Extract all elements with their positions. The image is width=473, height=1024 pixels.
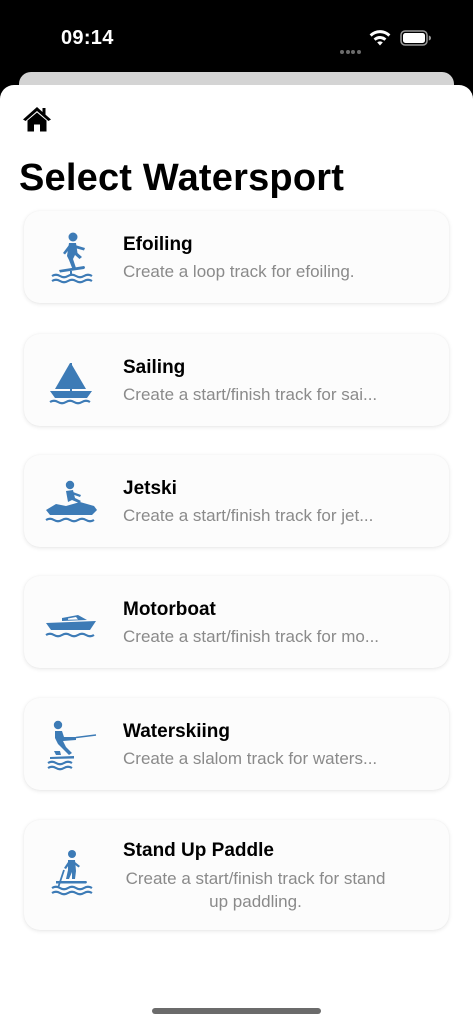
sport-card-motorboat[interactable]: Motorboat Create a start/finish track fo…: [24, 576, 449, 668]
sport-description: Create a start/finish track for stand up…: [125, 869, 386, 911]
sport-description: Create a start/finish track for mo...: [123, 627, 380, 646]
page-title: Select Watersport: [19, 157, 345, 199]
wifi-icon: [369, 30, 391, 46]
sport-description: Create a loop track for efoiling.: [123, 262, 355, 281]
sport-title: Waterskiing: [123, 721, 230, 742]
sport-title: Jetski: [123, 478, 177, 499]
sport-title: Sailing: [123, 357, 186, 378]
sport-title: Stand Up Paddle: [123, 840, 274, 861]
sport-description: Create a slalom track for waters...: [123, 749, 378, 768]
sport-card-sailing[interactable]: Sailing Create a start/finish track for …: [24, 334, 449, 426]
status-time: 09:14: [61, 27, 114, 49]
sport-description: Create a start/finish track for jet...: [123, 506, 374, 525]
sport-card-waterskiing[interactable]: Waterskiing Create a slalom track for wa…: [24, 698, 449, 790]
sailboat-icon: [49, 363, 92, 405]
sport-card-efoiling[interactable]: Efoiling Create a loop track for efoilin…: [24, 211, 449, 303]
sport-card-stand-up-paddle[interactable]: Stand Up Paddle Create a start/finish tr…: [24, 820, 449, 930]
sport-description: Create a start/finish track for sai...: [123, 385, 378, 404]
motorboat-icon: [45, 615, 96, 638]
house-icon[interactable]: [21, 104, 53, 134]
sport-title: Motorboat: [123, 599, 216, 620]
jetski-icon: [45, 480, 97, 523]
efoil-icon: [51, 232, 93, 284]
battery-icon: [400, 30, 431, 46]
cellular-signal-icon: [340, 41, 364, 54]
paddleboard-icon: [51, 850, 93, 896]
waterski-icon: [47, 720, 97, 771]
home-indicator[interactable]: [152, 1008, 321, 1014]
sport-title: Efoiling: [123, 234, 193, 255]
sport-card-jetski[interactable]: Jetski Create a start/finish track for j…: [24, 455, 449, 547]
status-bar: 09:14: [0, 0, 473, 72]
